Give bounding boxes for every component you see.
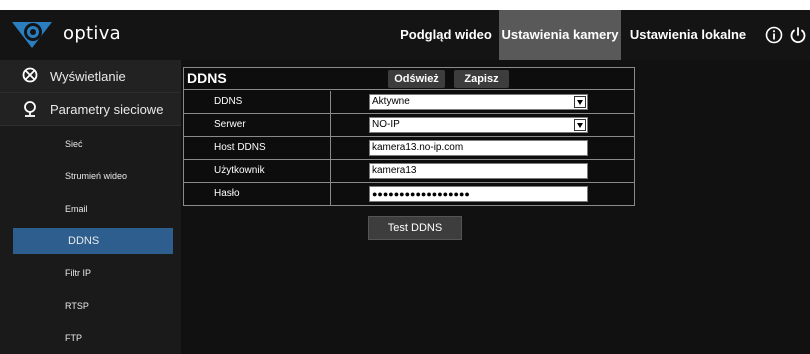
field-label: Serwer (214, 119, 246, 130)
refresh-button[interactable]: Odśwież (388, 70, 445, 88)
field-label: Host DDNS (214, 142, 266, 153)
tab-video-preview[interactable]: Podgląd wideo (393, 10, 499, 60)
tab-local-settings[interactable]: Ustawienia lokalne (621, 10, 755, 60)
username-input[interactable]: kamera13 (369, 163, 588, 179)
chevron-down-icon[interactable] (574, 96, 586, 108)
info-icon[interactable] (764, 25, 784, 45)
sidebar-item-network-settings[interactable]: Sieć (13, 131, 173, 157)
sidebar-item-label: Wyświetlanie (50, 69, 126, 84)
form-row-server: Serwer NO-IP (184, 114, 634, 137)
sidebar-item-label: Parametry sieciowe (50, 102, 164, 117)
row-divider (330, 160, 331, 182)
logo-text: optiva (63, 23, 121, 44)
password-input[interactable]: ●●●●●●●●●●●●●●●●●● (369, 186, 588, 202)
panel-title: DDNS (187, 70, 227, 86)
main-content: DDNS Odśwież Zapisz DDNS Aktywne Serwer … (181, 60, 810, 354)
optiva-logo-icon (12, 22, 52, 48)
sidebar-item-ftp[interactable]: FTP (13, 325, 173, 351)
power-icon[interactable] (788, 25, 808, 45)
form-row-password: Hasło ●●●●●●●●●●●●●●●●●● (184, 183, 634, 206)
sidebar-item-network[interactable]: Parametry sieciowe (0, 93, 181, 126)
tab-camera-settings[interactable]: Ustawienia kamery (499, 10, 621, 60)
row-divider (330, 137, 331, 159)
chevron-down-icon[interactable] (574, 119, 586, 131)
sidebar-item-video-stream[interactable]: Strumień wideo (13, 163, 173, 189)
select-value: NO-IP (372, 119, 400, 130)
row-divider (330, 114, 331, 136)
sidebar-item-ip-filter[interactable]: Filtr IP (13, 260, 173, 286)
display-settings-icon (22, 67, 38, 88)
logo: optiva (10, 10, 160, 60)
row-divider (330, 91, 331, 113)
form-row-ddns: DDNS Aktywne (184, 91, 634, 114)
form-row-user: Użytkownik kamera13 (184, 160, 634, 183)
ddns-panel: DDNS Odśwież Zapisz DDNS Aktywne Serwer … (183, 67, 635, 206)
save-button[interactable]: Zapisz (454, 70, 509, 88)
sidebar-item-email[interactable]: Email (13, 196, 173, 222)
sidebar-item-ddns[interactable]: DDNS (13, 228, 173, 254)
field-label: Hasło (214, 188, 240, 199)
field-label: Użytkownik (214, 165, 265, 176)
sidebar: Wyświetlanie Parametry sieciowe Sieć Str… (0, 60, 181, 354)
host-ddns-input[interactable]: kamera13.no-ip.com (369, 140, 588, 156)
server-select[interactable]: NO-IP (369, 117, 588, 133)
sidebar-item-display[interactable]: Wyświetlanie (0, 60, 181, 93)
select-value: Aktywne (372, 96, 410, 107)
test-ddns-button[interactable]: Test DDNS (368, 216, 462, 240)
field-label: DDNS (214, 96, 243, 107)
sidebar-item-rtsp[interactable]: RTSP (13, 293, 173, 319)
row-divider (330, 183, 331, 206)
form-row-host: Host DDNS kamera13.no-ip.com (184, 137, 634, 160)
panel-header: DDNS Odśwież Zapisz (184, 68, 634, 90)
ddns-status-select[interactable]: Aktywne (369, 94, 588, 110)
top-header: optiva Podgląd wideo Ustawienia kamery U… (0, 10, 810, 60)
network-icon (22, 100, 38, 123)
